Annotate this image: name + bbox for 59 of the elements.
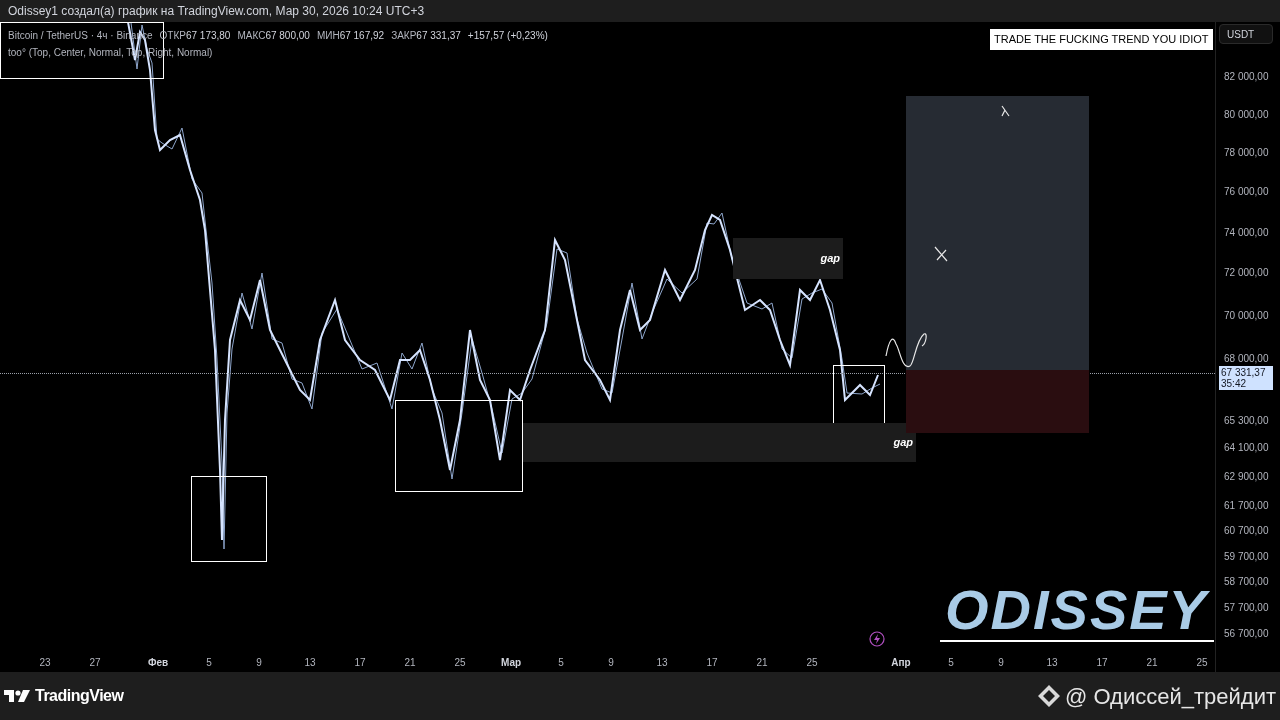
time-axis-label: 27: [89, 656, 101, 670]
time-axis-label: 17: [354, 656, 366, 670]
time-axis-label: 17: [706, 656, 718, 670]
ohlc-value: ЗАКР67 331,37: [391, 29, 461, 43]
price-axis-label: 60 700,00: [1224, 524, 1269, 538]
price-axis-label: 56 700,00: [1224, 627, 1269, 641]
note-banner: TRADE THE FUCKING TREND YOU IDIOT: [990, 29, 1213, 50]
time-axis-label: 13: [304, 656, 316, 670]
logo-overlay: ODISSEY: [945, 584, 1208, 636]
diamond-icon: [1037, 684, 1061, 708]
brand-name: TradingView: [35, 686, 124, 706]
price-axis-label: 61 700,00: [1224, 499, 1269, 513]
price-axis-label: 82 000,00: [1224, 70, 1269, 84]
channel-name: @ Одиссей_трейдит: [1065, 682, 1276, 711]
tradingview-logo-icon: [4, 689, 30, 703]
price-axis-label: 80 000,00: [1224, 108, 1269, 122]
time-axis-label: Апр: [891, 656, 911, 670]
price-axis-label: 64 100,00: [1224, 441, 1269, 455]
lambda-mark-icon: [1000, 105, 1011, 117]
time-axis-label: 25: [806, 656, 818, 670]
price-axis-label: 70 000,00: [1224, 309, 1269, 323]
ohlc-value: МАКС67 800,00: [237, 29, 310, 43]
time-axis-label: 9: [608, 656, 614, 670]
time-axis-label: 21: [404, 656, 416, 670]
time-axis-label: 13: [1046, 656, 1058, 670]
price-axis-label: 76 000,00: [1224, 185, 1269, 199]
time-axis-label: 17: [1096, 656, 1108, 670]
gap-label: gap: [893, 435, 913, 451]
price-change: +157,57 (+0,23%): [467, 29, 548, 43]
time-axis-label: 21: [1146, 656, 1158, 670]
price-axis-label: 78 000,00: [1224, 146, 1269, 160]
time-axis-label: 5: [558, 656, 564, 670]
time-axis-label: 5: [206, 656, 212, 670]
price-axis-label: 68 000,00: [1224, 352, 1269, 366]
cross-mark-icon: [934, 246, 948, 262]
price-axis-label: 58 700,00: [1224, 575, 1269, 589]
price-axis-label: 59 700,00: [1224, 550, 1269, 564]
time-axis-label: Мар: [500, 656, 522, 670]
time-axis-label: 13: [656, 656, 668, 670]
time-axis-label: 23: [39, 656, 51, 670]
time-axis-label: 9: [256, 656, 262, 670]
time-axis-label: 25: [454, 656, 466, 670]
ohlc-value: МИН67 167,92: [316, 29, 385, 43]
price-axis-label: 74 000,00: [1224, 226, 1269, 240]
price-axis-label: 57 700,00: [1224, 601, 1269, 615]
time-axis-label: 9: [998, 656, 1004, 670]
lightning-icon: [869, 631, 885, 647]
time-axis-label: 25: [1196, 656, 1208, 670]
price-axis-label: 72 000,00: [1224, 266, 1269, 280]
chart-attribution: Odissey1 создал(а) график на TradingView.com, Мар 30, 2026 10:24 UTC+3: [8, 3, 425, 20]
time-axis-label: 5: [948, 656, 954, 670]
price-axis-label: 65 300,00: [1224, 414, 1269, 428]
time-axis-label: 21: [756, 656, 768, 670]
price-axis-label: 62 900,00: [1224, 470, 1269, 484]
gap-label: gap: [820, 251, 840, 267]
currency-button[interactable]: USDT: [1219, 24, 1273, 44]
bar-countdown: 35:42: [1221, 378, 1248, 389]
time-axis-label: Фев: [147, 656, 169, 670]
last-price: 67 331,37: [1221, 367, 1267, 378]
